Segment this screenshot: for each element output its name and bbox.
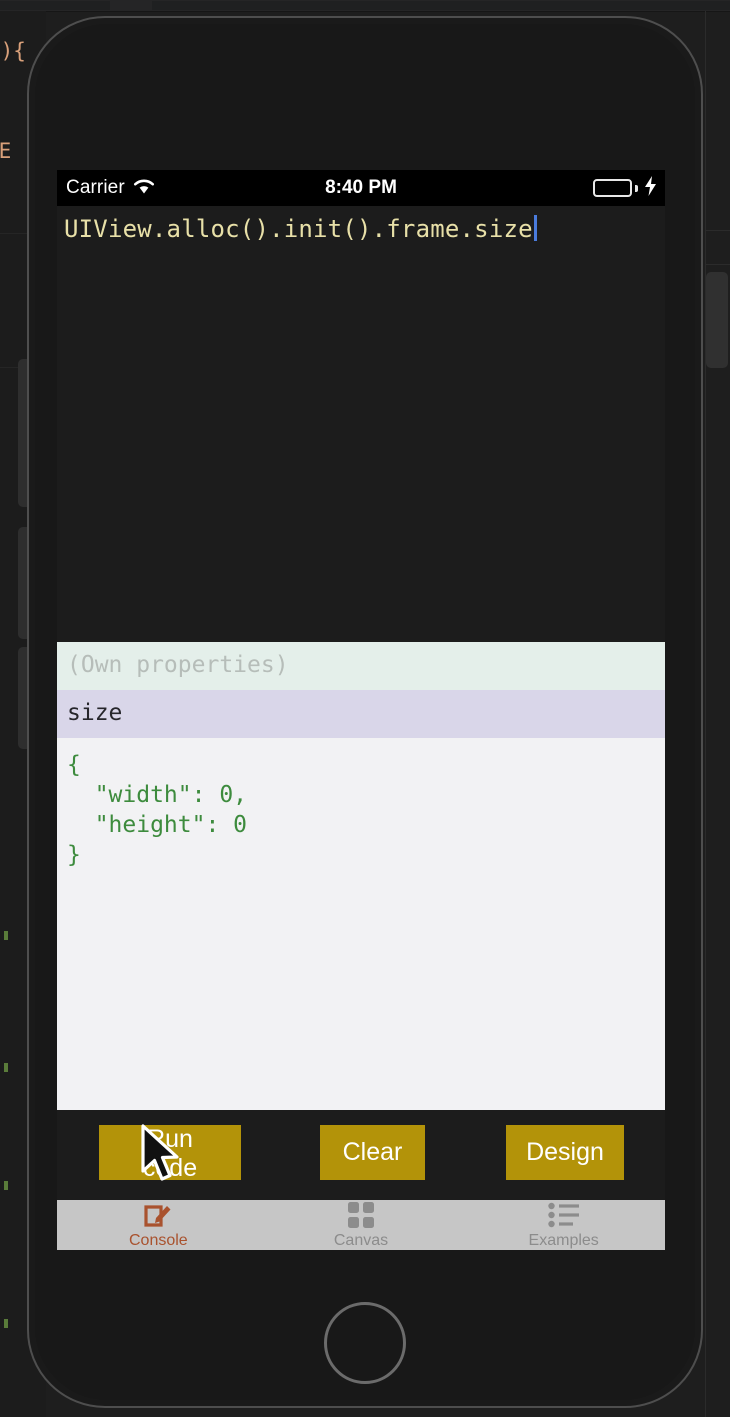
- status-bar-time: 8:40 PM: [325, 177, 397, 198]
- tab-canvas[interactable]: Canvas: [260, 1200, 463, 1250]
- editor-divider: [705, 264, 730, 265]
- home-button[interactable]: [324, 1302, 406, 1384]
- toolbar-segment: [152, 1, 730, 10]
- simulator-screen: Carrier 8:40 PM UIView.alloc().init().fr…: [57, 170, 665, 1250]
- tab-label: Canvas: [333, 1232, 389, 1249]
- console-row-value: { "width": 0, "height": 0 }: [57, 738, 665, 880]
- bullet-list-icon: [547, 1200, 580, 1229]
- console-output-panel[interactable]: (Own properties) size { "width": 0, "hei…: [57, 642, 665, 1110]
- design-button[interactable]: Design: [506, 1125, 624, 1180]
- console-row-own-properties: (Own properties): [57, 642, 665, 690]
- change-marker: [4, 931, 8, 940]
- tab-label: Examples: [528, 1232, 599, 1249]
- code-fragment: +){: [0, 39, 26, 63]
- status-bar: Carrier 8:40 PM: [57, 170, 665, 206]
- tab-examples[interactable]: Examples: [462, 1200, 665, 1250]
- editor-divider: [705, 230, 730, 231]
- minimap-block: [706, 272, 728, 368]
- change-marker: [4, 1181, 8, 1190]
- text-caret: [533, 215, 537, 241]
- editor-right-rule: [705, 11, 706, 1417]
- code-input-area[interactable]: UIView.alloc().init().frame.size: [57, 206, 665, 642]
- ide-toolbar: [0, 0, 730, 12]
- tab-label: Console: [128, 1232, 188, 1249]
- tab-bar: Console Canvas Examples: [57, 1200, 665, 1250]
- tab-console[interactable]: Console: [57, 1200, 260, 1250]
- console-row-key: size: [57, 690, 665, 738]
- battery-icon: [593, 179, 632, 197]
- run-code-button[interactable]: Run code: [99, 1125, 241, 1182]
- change-marker: [4, 1063, 8, 1072]
- code-input-text: UIView.alloc().init().frame.size: [64, 215, 533, 243]
- status-bar-right: [593, 175, 657, 201]
- toolbar-segment: [0, 1, 110, 10]
- code-fragment: nE: [0, 139, 12, 163]
- clear-button[interactable]: Clear: [320, 1125, 425, 1180]
- action-buttons-row: Run code Clear Design: [57, 1110, 665, 1200]
- battery-nub-icon: [635, 184, 638, 192]
- change-marker: [4, 1319, 8, 1328]
- lightning-bolt-icon: [644, 175, 657, 201]
- compose-icon: [143, 1200, 173, 1229]
- grid-icon: [347, 1200, 375, 1229]
